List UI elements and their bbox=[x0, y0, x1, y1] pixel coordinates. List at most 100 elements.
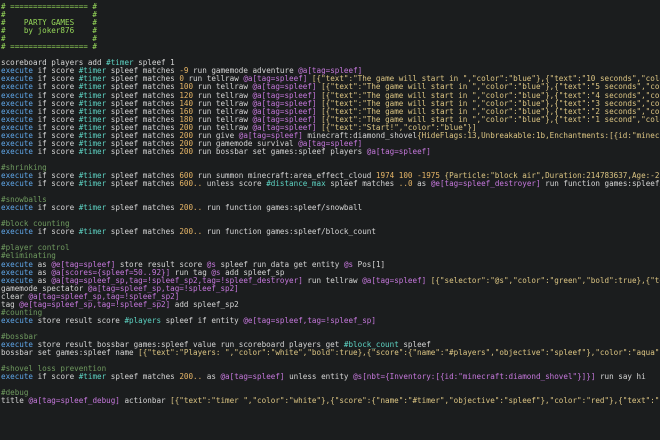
code-line[interactable]: gamemode spectator @a[tag=spleef_sp,tag=… bbox=[1, 285, 660, 293]
code-line[interactable]: execute store result score #players sple… bbox=[1, 317, 660, 325]
code-token-obj: #timer bbox=[78, 171, 107, 180]
code-token-cmd: if score bbox=[33, 171, 79, 180]
code-token-cmd: spleef matches bbox=[106, 171, 180, 180]
code-line[interactable]: execute if score #timer spleef matches 1… bbox=[1, 92, 660, 100]
code-line[interactable]: execute if score #timer spleef matches 2… bbox=[1, 140, 660, 148]
code-token-sel: @a[tag=spleef] bbox=[238, 131, 303, 140]
code-token-sel: @a[tag=spleef_sp,tag=!spleef_sp2] bbox=[87, 284, 239, 293]
code-token-banner: # ================= # bbox=[1, 3, 98, 11]
code-line[interactable]: execute if score #timer spleef matches 2… bbox=[1, 148, 660, 156]
code-token-obj: #timer bbox=[78, 131, 107, 140]
code-line[interactable]: execute if score #timer spleef matches -… bbox=[1, 67, 660, 75]
code-line[interactable]: #bossbar bbox=[1, 333, 660, 341]
code-line[interactable]: #shovel loss prevention bbox=[1, 365, 660, 373]
code-token-sel: @s[nbt={Inventory:[{id:"minecraft:diamon… bbox=[353, 373, 596, 382]
code-token-sel: @e[tag=spleef] bbox=[51, 260, 116, 269]
code-line[interactable]: #shrinking bbox=[1, 164, 660, 172]
code-line[interactable]: #block counting bbox=[1, 220, 660, 228]
code-token-exec: execute bbox=[1, 373, 34, 382]
code-token-cmd: add spleef_sp2 bbox=[170, 300, 239, 309]
code-token-cmd: spleef matches bbox=[106, 91, 180, 100]
code-token-obj: #timer bbox=[78, 373, 107, 382]
code-line[interactable]: #counting bbox=[1, 309, 660, 317]
code-token-sel: @a[tag=spleef_sp,tag=!spleef_sp2,tag=!sp… bbox=[51, 276, 303, 285]
code-line[interactable]: # ================= # bbox=[1, 43, 660, 51]
code-line[interactable]: execute store result bossbar games:splee… bbox=[1, 341, 660, 349]
code-token-cmd: run function games:spleef/block_count bbox=[202, 228, 376, 237]
code-line[interactable]: execute as @a[tag=spleef_sp,tag=!spleef_… bbox=[1, 277, 660, 285]
code-token-sel: @a[tag=spleef] bbox=[366, 147, 431, 156]
code-token-str: [{"selector":"@s","color":"green","bold"… bbox=[430, 276, 660, 285]
code-line[interactable]: #player control bbox=[1, 244, 660, 252]
code-line[interactable]: execute if score #timer spleef matches 6… bbox=[1, 172, 660, 180]
code-token-num: 200.. bbox=[179, 228, 203, 237]
code-token-obj: #timer bbox=[78, 180, 107, 189]
code-token-cmd: run say hi bbox=[595, 373, 646, 382]
code-token-cmd: spleef matches bbox=[106, 147, 180, 156]
code-token-comment: #snowballs bbox=[1, 196, 47, 205]
code-token-cmd: spleef matches bbox=[106, 99, 180, 108]
code-line[interactable]: # ================= # bbox=[1, 3, 660, 11]
code-token-cmd: if score bbox=[33, 147, 79, 156]
code-line[interactable]: execute if score #timer spleef matches 1… bbox=[1, 116, 660, 124]
code-token-sel: @a[tag=spleef] bbox=[252, 91, 317, 100]
code-token-comment: #counting bbox=[1, 308, 43, 317]
code-line[interactable]: # # bbox=[1, 35, 660, 43]
code-editor[interactable]: # ================= # # # # PARTY GAMES # #… bbox=[0, 0, 660, 440]
code-line[interactable]: execute if score #timer spleef matches 2… bbox=[1, 228, 660, 236]
code-line[interactable] bbox=[1, 357, 660, 365]
code-token-cmd: run gamemode survival bbox=[193, 139, 299, 148]
code-line[interactable] bbox=[1, 325, 660, 333]
code-line[interactable]: # PARTY GAMES # bbox=[1, 19, 660, 27]
code-token-sel: @a[tag=spleef_debug] bbox=[28, 397, 120, 406]
code-line[interactable]: # # bbox=[1, 11, 660, 19]
code-token-sel: @a[tag=spleef] bbox=[298, 139, 363, 148]
code-line[interactable] bbox=[1, 188, 660, 196]
code-line[interactable]: execute if score #timer spleef matches 1… bbox=[1, 100, 660, 108]
code-line[interactable]: execute as @a[scores={spleef=50..92}] ru… bbox=[1, 269, 660, 277]
code-line[interactable]: execute if score #timer spleef matches 0… bbox=[1, 75, 660, 83]
code-line[interactable]: execute if score #timer spleef matches 2… bbox=[1, 373, 660, 381]
code-line[interactable]: bossbar set games:spleef name [{"text":"… bbox=[1, 349, 660, 357]
code-token-sel: @a[tag=spleef] bbox=[252, 83, 317, 92]
code-token-obj: #timer bbox=[78, 147, 107, 156]
code-token-cmd: unless entity bbox=[284, 373, 354, 382]
code-line[interactable]: execute if score #timer spleef matches 2… bbox=[1, 124, 660, 132]
code-line[interactable]: execute if score #timer spleef matches 1… bbox=[1, 83, 660, 91]
code-token-obj: #timer bbox=[78, 123, 107, 132]
code-token-cmd: actionbar bbox=[119, 397, 166, 406]
code-token-comment: #bossbar bbox=[1, 332, 38, 341]
code-token-cmd: clear bbox=[1, 292, 29, 301]
code-token-exec: execute bbox=[1, 204, 34, 213]
code-line[interactable]: title @a[tag=spleef_debug] actionbar [{"… bbox=[1, 397, 660, 405]
code-line[interactable]: execute as @e[tag=spleef] store result s… bbox=[1, 261, 660, 269]
code-line[interactable] bbox=[1, 212, 660, 220]
code-line[interactable]: clear @a[tag=spleef_sp,tag=!spleef_sp2] bbox=[1, 293, 660, 301]
code-token-num: 200 bbox=[179, 131, 194, 140]
code-token-sel: @a[tag=spleef] bbox=[252, 123, 317, 132]
code-line[interactable]: scoreboard players add #timer spleef 1 bbox=[1, 59, 660, 67]
code-line[interactable]: execute if score #timer spleef matches 6… bbox=[1, 180, 660, 188]
code-line[interactable] bbox=[1, 236, 660, 244]
code-line[interactable]: # by joker876 # bbox=[1, 27, 660, 35]
code-token-banner: # # bbox=[1, 11, 98, 20]
code-token-cmd: gamemode spectator bbox=[1, 284, 88, 293]
code-token-cmd: store result score bbox=[33, 316, 125, 325]
code-line[interactable]: execute if score #timer spleef matches 1… bbox=[1, 108, 660, 116]
code-line[interactable]: execute if score #timer spleef matches 2… bbox=[1, 204, 660, 212]
code-token-num: 200.. bbox=[179, 373, 203, 382]
code-line[interactable]: #snowballs bbox=[1, 196, 660, 204]
code-line[interactable]: execute if score #timer spleef matches 2… bbox=[1, 132, 660, 140]
code-token-cmd: spleef matches bbox=[106, 67, 180, 76]
code-token-obj: #timer bbox=[106, 59, 134, 68]
code-line[interactable] bbox=[1, 156, 660, 164]
code-token-num: 600 bbox=[179, 171, 194, 180]
code-line[interactable] bbox=[1, 381, 660, 389]
code-line[interactable]: #debug bbox=[1, 389, 660, 397]
code-token-cmd: run tellraw bbox=[183, 75, 244, 84]
code-line[interactable]: #eliminating bbox=[1, 252, 660, 260]
code-line[interactable] bbox=[1, 51, 660, 59]
code-line[interactable]: tag @e[tag=spleef_sp,tag=!spleef_sp2] ad… bbox=[1, 301, 660, 309]
code-token-str: [{"text":"The game will start in ","colo… bbox=[311, 75, 660, 84]
code-token-exec: execute bbox=[1, 228, 34, 237]
